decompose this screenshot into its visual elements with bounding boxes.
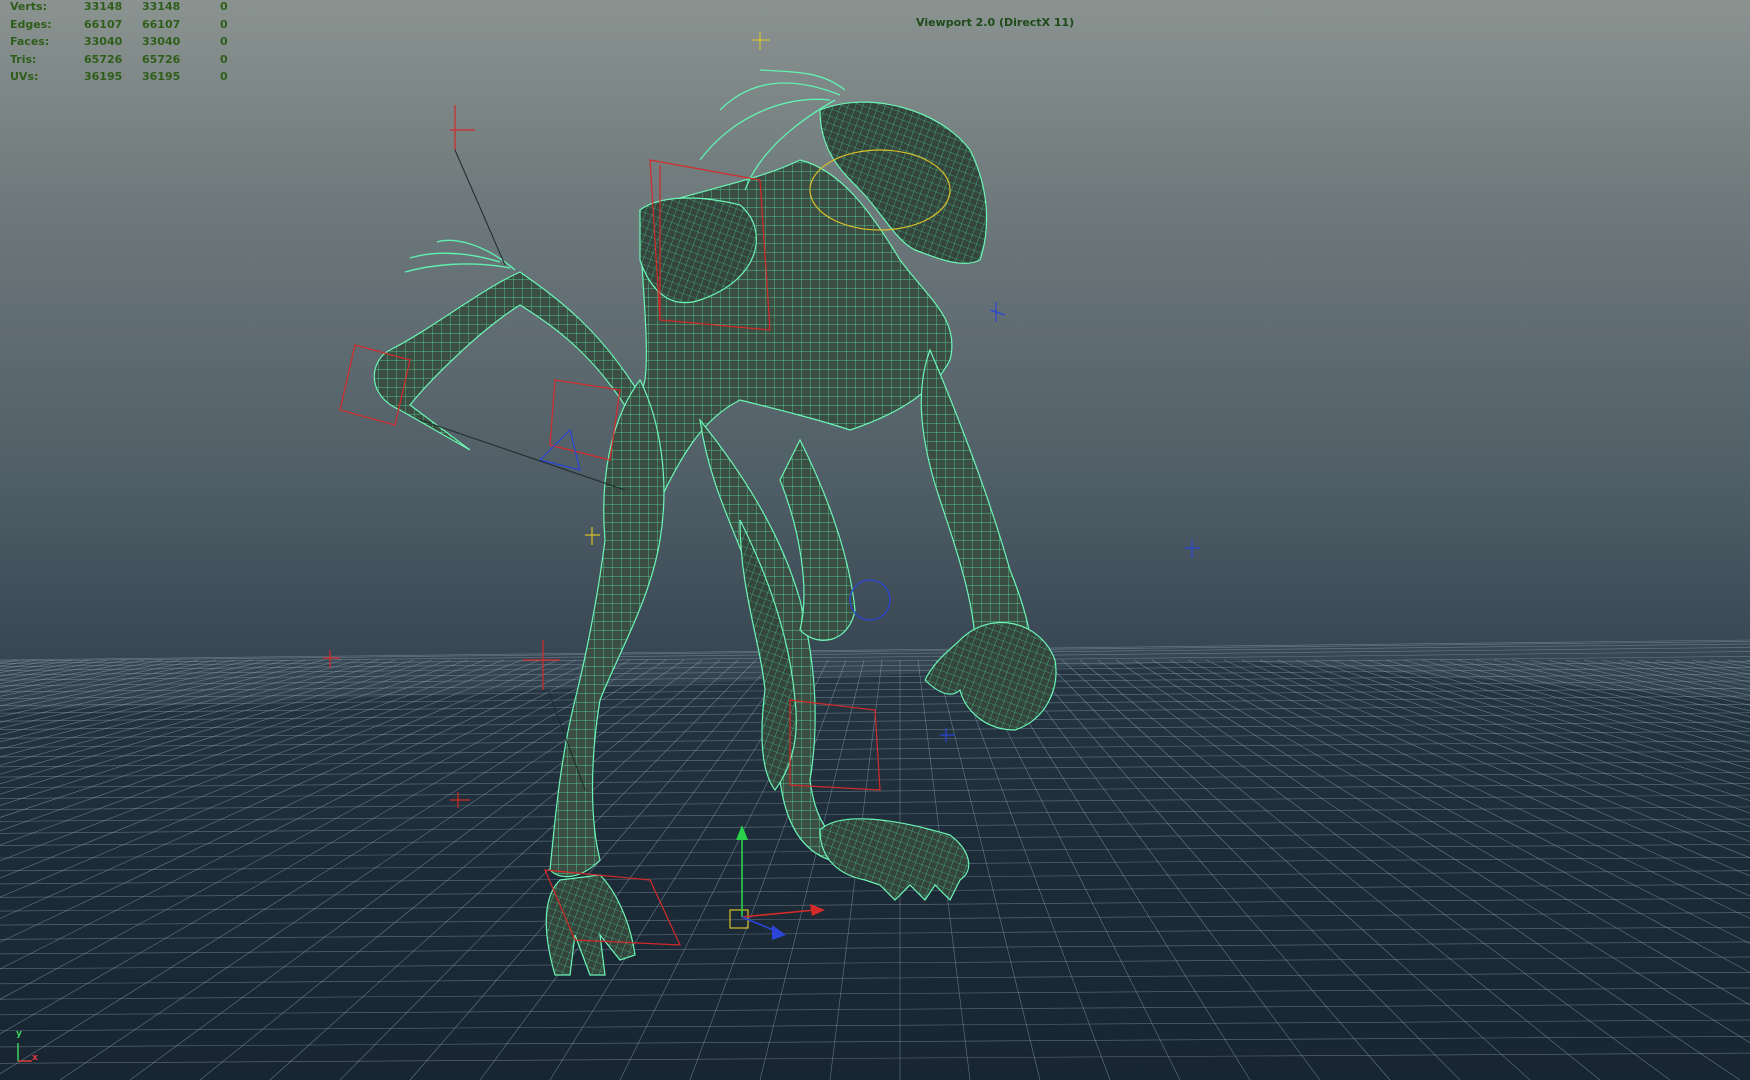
hud-label: Verts: [10, 0, 48, 13]
hud-value: 65726 [84, 52, 123, 66]
hud-value: 66107 [84, 17, 123, 31]
hud-row: Tris: 65726 65726 0 [10, 53, 240, 71]
hud-value: 33040 [142, 35, 181, 48]
hud-value: 33040 [84, 35, 123, 48]
hud-label: Tris: [10, 52, 37, 66]
hud-value: 0 [220, 0, 228, 13]
hud-value: 0 [220, 52, 228, 66]
hud-value: 33148 [142, 0, 181, 13]
hud-value: 33148 [84, 0, 123, 13]
hud-row: Faces: 33040 33040 0 [10, 35, 240, 53]
3d-viewport[interactable]: Verts: 33148 33148 0 Edges: 66107 66107 0 Faces:… [0, 0, 1750, 1080]
scene-canvas[interactable] [0, 0, 1750, 1080]
hud-value: 0 [220, 70, 228, 83]
hud-value: 66107 [142, 17, 181, 31]
tail-mesh [373, 271, 641, 451]
viewport-renderer-label: Viewport 2.0 (DirectX 11) [916, 16, 1075, 29]
hud-label: UVs: [10, 70, 39, 83]
hud-row: UVs: 36195 36195 0 [10, 70, 240, 88]
hud-value: 0 [220, 17, 228, 31]
hud-value: 0 [220, 35, 228, 48]
poly-count-hud: Verts: 33148 33148 0 Edges: 66107 66107 0 Faces:… [10, 0, 240, 88]
hud-row: Edges: 66107 66107 0 [10, 18, 240, 36]
tail-spines [404, 239, 516, 273]
hud-label: Faces: [10, 35, 50, 48]
hud-value: 65726 [142, 52, 181, 66]
hud-label: Edges: [10, 17, 52, 31]
hud-value: 36195 [84, 70, 123, 83]
hud-value: 36195 [142, 70, 181, 83]
hud-row: Verts: 33148 33148 0 [10, 0, 240, 18]
